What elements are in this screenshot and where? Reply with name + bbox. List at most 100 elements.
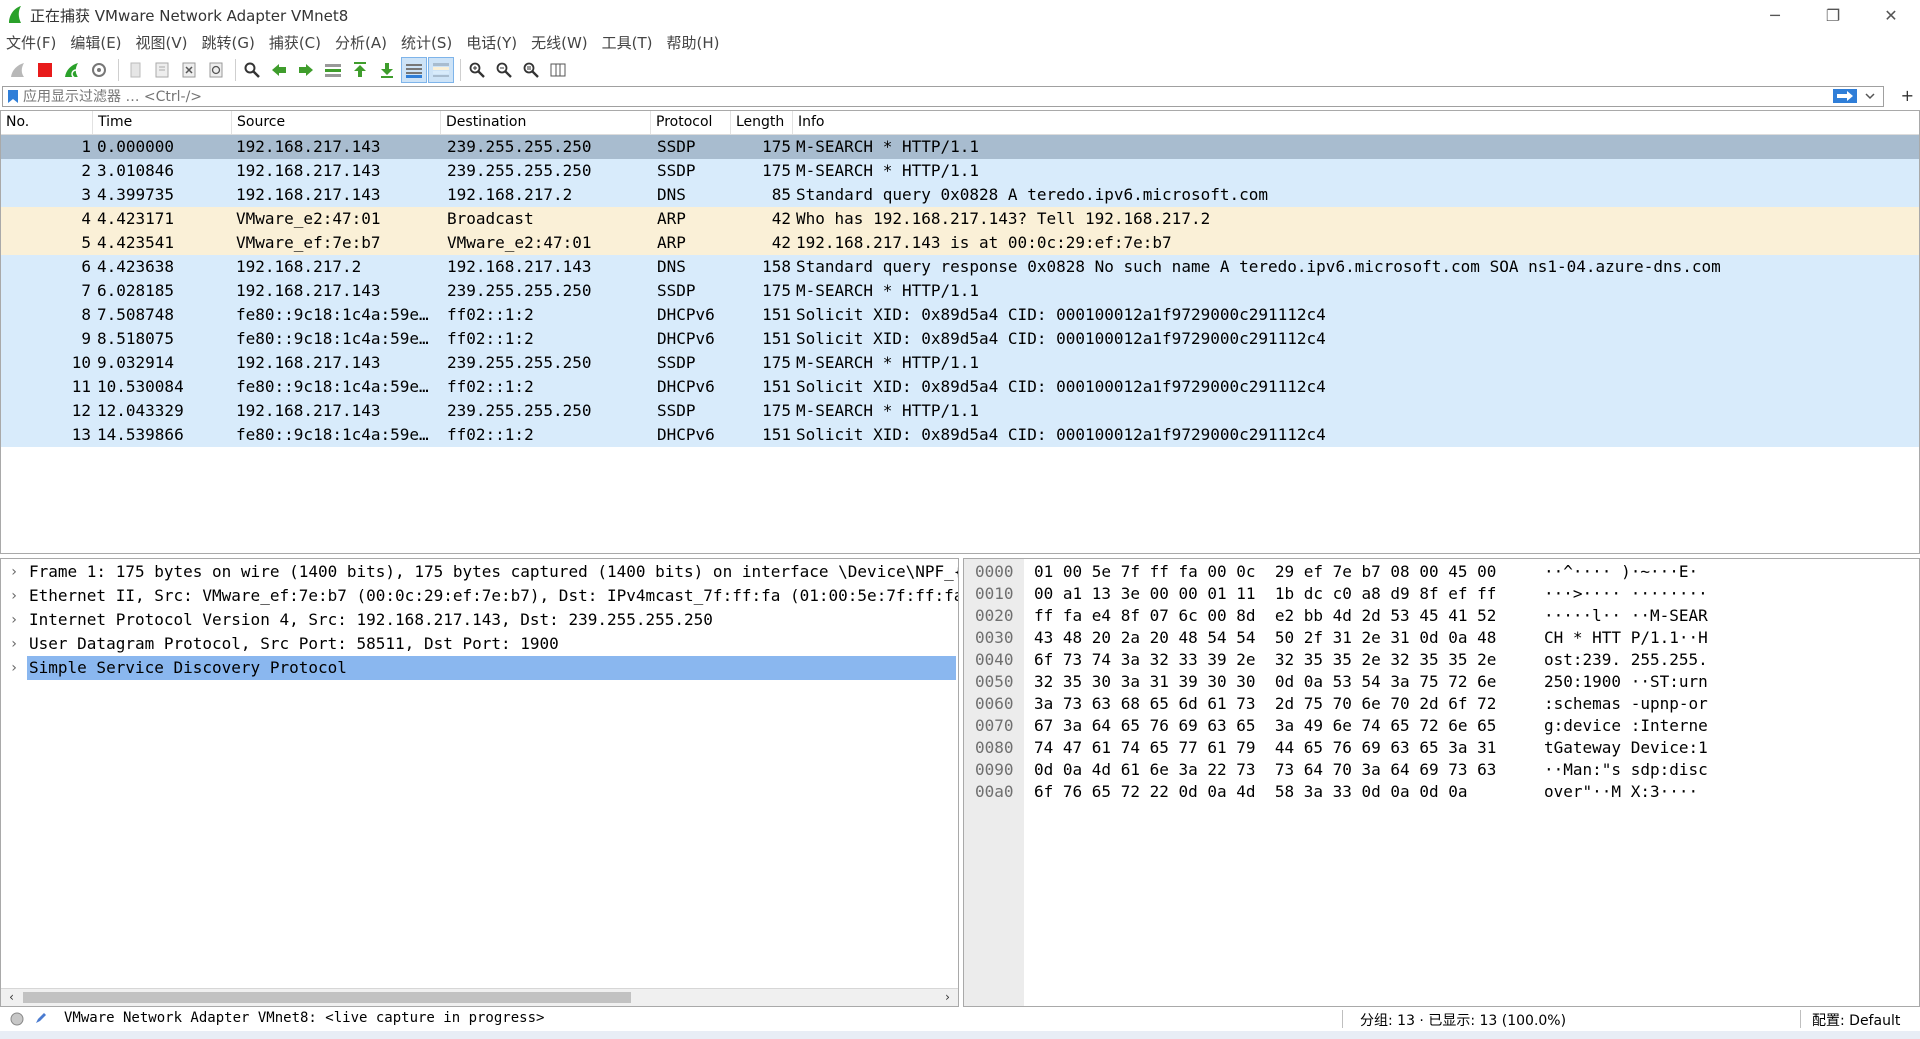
minimize-button[interactable]: ─ xyxy=(1746,0,1804,30)
packet-row[interactable]: 12 12.043329 192.168.217.143 239.255.255.25… xyxy=(1,399,1919,423)
menu-wireless[interactable]: 无线(W) xyxy=(525,32,594,53)
chevron-right-icon[interactable]: › xyxy=(1,560,27,584)
capture-options-button[interactable] xyxy=(87,58,111,82)
packet-row[interactable]: 4 4.423171 VMware_e2:47:01 Broadcast ARP 42 Wh… xyxy=(1,207,1919,231)
hex-ascii[interactable]: g:device :Interne xyxy=(1544,715,1708,737)
hex-bytes[interactable]: ff fa e4 8f 07 6c 00 8d e2 bb 4d 2d 53 4… xyxy=(1034,605,1496,627)
menu-statistics[interactable]: 统计(S) xyxy=(395,32,458,53)
menu-tools[interactable]: 工具(T) xyxy=(596,32,659,53)
hex-bytes[interactable]: 43 48 20 2a 20 48 54 54 50 2f 31 2e 31 0… xyxy=(1034,627,1496,649)
menu-file[interactable]: 文件(F) xyxy=(0,32,62,53)
hex-bytes[interactable]: 32 35 30 3a 31 39 30 30 0d 0a 53 54 3a 7… xyxy=(1034,671,1496,693)
hex-ascii[interactable]: ··Man:"s sdp:disc xyxy=(1544,759,1708,781)
hex-bytes[interactable]: 6f 76 65 72 22 0d 0a 4d 58 3a 33 0d 0a 0… xyxy=(1034,781,1467,803)
scrollbar-thumb[interactable] xyxy=(23,992,631,1003)
zoom-out-button[interactable] xyxy=(492,58,516,82)
hex-ascii[interactable]: tGateway Device:1 xyxy=(1544,737,1708,759)
chevron-right-icon[interactable]: › xyxy=(1,656,27,680)
packet-row[interactable]: 8 7.508748 fe80::9c18:1c4a:59e… ff02::1:2 DH… xyxy=(1,303,1919,327)
display-filter-input[interactable] xyxy=(23,88,1723,105)
hex-ascii[interactable]: ·····l·· ··M-SEAR xyxy=(1544,605,1708,627)
expert-info-icon[interactable] xyxy=(10,1012,24,1026)
packet-row[interactable]: 3 4.399735 192.168.217.143 192.168.217.2 DNS… xyxy=(1,183,1919,207)
column-header-destination[interactable]: Destination xyxy=(441,111,651,134)
hex-ascii[interactable]: :schemas -upnp-or xyxy=(1544,693,1708,715)
find-packet-button[interactable] xyxy=(240,58,264,82)
packet-row[interactable]: 5 4.423541 VMware_ef:7e:b7 VMware_e2:47:01 A… xyxy=(1,231,1919,255)
column-header-time[interactable]: Time xyxy=(93,111,232,134)
detail-tree-item[interactable]: › Simple Service Discovery Protocol xyxy=(1,656,958,680)
profile-text[interactable]: 配置: Default xyxy=(1812,1010,1900,1030)
hex-bytes[interactable]: 3a 73 63 68 65 6d 61 73 2d 75 70 6e 70 2… xyxy=(1034,693,1496,715)
scroll-left-arrow-icon[interactable]: ‹ xyxy=(3,989,20,1006)
go-forward-button[interactable] xyxy=(294,58,318,82)
first-packet-button[interactable] xyxy=(348,58,372,82)
autoscroll-button[interactable] xyxy=(401,57,427,83)
detail-tree-item[interactable]: › Ethernet II, Src: VMware_ef:7e:b7 (00:0… xyxy=(1,584,958,608)
normal-size-button[interactable] xyxy=(519,58,543,82)
column-header-info[interactable]: Info xyxy=(793,111,1919,134)
hex-bytes[interactable]: 0d 0a 4d 61 6e 3a 22 73 73 64 70 3a 64 6… xyxy=(1034,759,1496,781)
capture-comment-icon[interactable] xyxy=(34,1011,48,1025)
scroll-right-arrow-icon[interactable]: › xyxy=(939,989,956,1006)
restart-capture-button[interactable] xyxy=(60,58,84,82)
packet-row[interactable]: 6 4.423638 192.168.217.2 192.168.217.143 DNS… xyxy=(1,255,1919,279)
open-file-button[interactable] xyxy=(123,58,147,82)
bookmark-icon[interactable] xyxy=(7,89,19,104)
hex-ascii[interactable]: ···>···· ········ xyxy=(1544,583,1708,605)
hex-ascii[interactable]: CH * HTT P/1.1··H xyxy=(1544,627,1708,649)
horizontal-scrollbar[interactable]: ‹ › xyxy=(1,988,958,1006)
restore-button[interactable]: ❐ xyxy=(1804,0,1862,30)
menu-edit[interactable]: 编辑(E) xyxy=(64,32,127,53)
detail-tree-label: User Datagram Protocol, Src Port: 58511,… xyxy=(29,634,559,653)
stop-capture-button[interactable] xyxy=(33,58,57,82)
packet-row[interactable]: 10 9.032914 192.168.217.143 239.255.255.250… xyxy=(1,351,1919,375)
column-header-no[interactable]: No. xyxy=(1,111,93,134)
go-back-button[interactable] xyxy=(267,58,291,82)
column-header-source[interactable]: Source xyxy=(232,111,441,134)
chevron-right-icon[interactable]: › xyxy=(1,608,27,632)
hex-ascii[interactable]: ··^···· )·~···E· xyxy=(1544,561,1698,583)
menu-analyze[interactable]: 分析(A) xyxy=(329,32,393,53)
add-filter-button[interactable]: + xyxy=(1901,86,1914,105)
resize-columns-button[interactable] xyxy=(546,58,570,82)
detail-tree-item[interactable]: › Internet Protocol Version 4, Src: 192.1… xyxy=(1,608,958,632)
menu-capture[interactable]: 捕获(C) xyxy=(263,32,327,53)
hex-bytes[interactable]: 74 47 61 74 65 77 61 79 44 65 76 69 63 6… xyxy=(1034,737,1496,759)
menu-view[interactable]: 视图(V) xyxy=(130,32,194,53)
save-file-button[interactable] xyxy=(150,58,174,82)
column-header-protocol[interactable]: Protocol xyxy=(651,111,731,134)
hex-bytes[interactable]: 67 3a 64 65 76 69 63 65 3a 49 6e 74 65 7… xyxy=(1034,715,1496,737)
packet-row[interactable]: 11 10.530084 fe80::9c18:1c4a:59e… ff02::1:2… xyxy=(1,375,1919,399)
close-button[interactable]: ✕ xyxy=(1862,0,1920,30)
chevron-right-icon[interactable]: › xyxy=(1,632,27,656)
chevron-right-icon[interactable]: › xyxy=(1,584,27,608)
hex-ascii[interactable]: 250:1900 ··ST:urn xyxy=(1544,671,1708,693)
go-to-packet-button[interactable] xyxy=(321,58,345,82)
detail-tree-item[interactable]: › Frame 1: 175 bytes on wire (1400 bits),… xyxy=(1,560,958,584)
colorize-button[interactable] xyxy=(428,57,454,83)
hex-offset: 0010 xyxy=(975,584,1014,603)
menu-telephony[interactable]: 电话(Y) xyxy=(460,32,523,53)
apply-filter-button[interactable] xyxy=(1833,89,1857,103)
last-packet-button[interactable] xyxy=(375,58,399,82)
packet-row[interactable]: 13 14.539866 fe80::9c18:1c4a:59e… ff02::1:2… xyxy=(1,423,1919,447)
hex-ascii[interactable]: over"··M X:3···· xyxy=(1544,781,1698,803)
packet-row[interactable]: 7 6.028185 192.168.217.143 239.255.255.250 S… xyxy=(1,279,1919,303)
hex-bytes[interactable]: 01 00 5e 7f ff fa 00 0c 29 ef 7e b7 08 0… xyxy=(1034,561,1496,583)
menu-help[interactable]: 帮助(H) xyxy=(661,32,726,53)
close-file-button[interactable] xyxy=(177,58,201,82)
packet-row[interactable]: 2 3.010846 192.168.217.143 239.255.255.250 S… xyxy=(1,159,1919,183)
column-header-length[interactable]: Length xyxy=(731,111,793,134)
packet-row[interactable]: 1 0.000000 192.168.217.143 239.255.255.250 S… xyxy=(1,135,1919,159)
detail-tree-item[interactable]: › User Datagram Protocol, Src Port: 58511… xyxy=(1,632,958,656)
packet-row[interactable]: 9 8.518075 fe80::9c18:1c4a:59e… ff02::1:2 DH… xyxy=(1,327,1919,351)
start-capture-button[interactable] xyxy=(6,58,30,82)
hex-ascii[interactable]: ost:239. 255.255. xyxy=(1544,649,1708,671)
zoom-in-button[interactable] xyxy=(465,58,489,82)
hex-bytes[interactable]: 6f 73 74 3a 32 33 39 2e 32 35 35 2e 32 3… xyxy=(1034,649,1496,671)
filter-history-dropdown[interactable] xyxy=(1861,89,1879,103)
reload-file-button[interactable] xyxy=(204,58,228,82)
hex-bytes[interactable]: 00 a1 13 3e 00 00 01 11 1b dc c0 a8 d9 8… xyxy=(1034,583,1496,605)
menu-go[interactable]: 跳转(G) xyxy=(196,32,261,53)
